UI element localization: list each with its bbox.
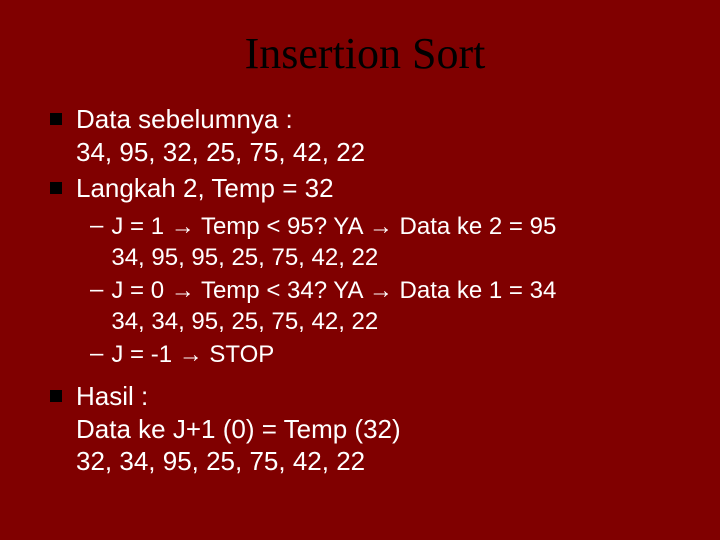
bullet-item: Hasil : Data ke J+1 (0) = Temp (32) 32, … — [50, 380, 680, 478]
slide-title: Insertion Sort — [50, 28, 680, 79]
text-line: J = -1 → STOP — [111, 341, 274, 368]
sub-bullet-item: – J = 1 → Temp < 95? YA → Data ke 2 = 95… — [90, 211, 680, 273]
bullet-item: Data sebelumnya : 34, 95, 32, 25, 75, 42… — [50, 103, 680, 168]
bullet-text: Data sebelumnya : 34, 95, 32, 25, 75, 42… — [76, 103, 365, 168]
text-line: Hasil : — [76, 381, 148, 411]
bullet-text: Hasil : Data ke J+1 (0) = Temp (32) 32, … — [76, 380, 401, 478]
text-line: Data ke J+1 (0) = Temp (32) — [76, 414, 401, 444]
text-line: 34, 34, 95, 25, 75, 42, 22 — [111, 308, 378, 335]
text-line: Data sebelumnya : — [76, 104, 293, 134]
bullet-text: Langkah 2, Temp = 32 — [76, 172, 334, 205]
square-bullet-icon — [50, 182, 62, 194]
sub-bullet-text: J = 0 → Temp < 34? YA → Data ke 1 = 34 3… — [111, 275, 556, 337]
text-line: 34, 95, 95, 25, 75, 42, 22 — [111, 244, 378, 271]
dash-bullet-icon: – — [90, 339, 103, 369]
bullet-item: Langkah 2, Temp = 32 — [50, 172, 680, 205]
sub-bullet-text: J = 1 → Temp < 95? YA → Data ke 2 = 95 3… — [111, 211, 556, 273]
dash-bullet-icon: – — [90, 211, 103, 241]
text-line: J = 0 → Temp < 34? YA → Data ke 1 = 34 — [111, 277, 556, 304]
sub-bullet-item: – J = -1 → STOP — [90, 339, 680, 370]
sub-bullet-block: – J = 1 → Temp < 95? YA → Data ke 2 = 95… — [90, 211, 680, 371]
slide: Insertion Sort Data sebelumnya : 34, 95,… — [0, 0, 720, 540]
text-line: Langkah 2, Temp = 32 — [76, 173, 334, 203]
text-line: J = 1 → Temp < 95? YA → Data ke 2 = 95 — [111, 213, 556, 240]
square-bullet-icon — [50, 390, 62, 402]
sub-bullet-text: J = -1 → STOP — [111, 339, 274, 370]
square-bullet-icon — [50, 113, 62, 125]
sub-bullet-item: – J = 0 → Temp < 34? YA → Data ke 1 = 34… — [90, 275, 680, 337]
text-line: 32, 34, 95, 25, 75, 42, 22 — [76, 446, 365, 476]
text-line: 34, 95, 32, 25, 75, 42, 22 — [76, 137, 365, 167]
dash-bullet-icon: – — [90, 275, 103, 305]
